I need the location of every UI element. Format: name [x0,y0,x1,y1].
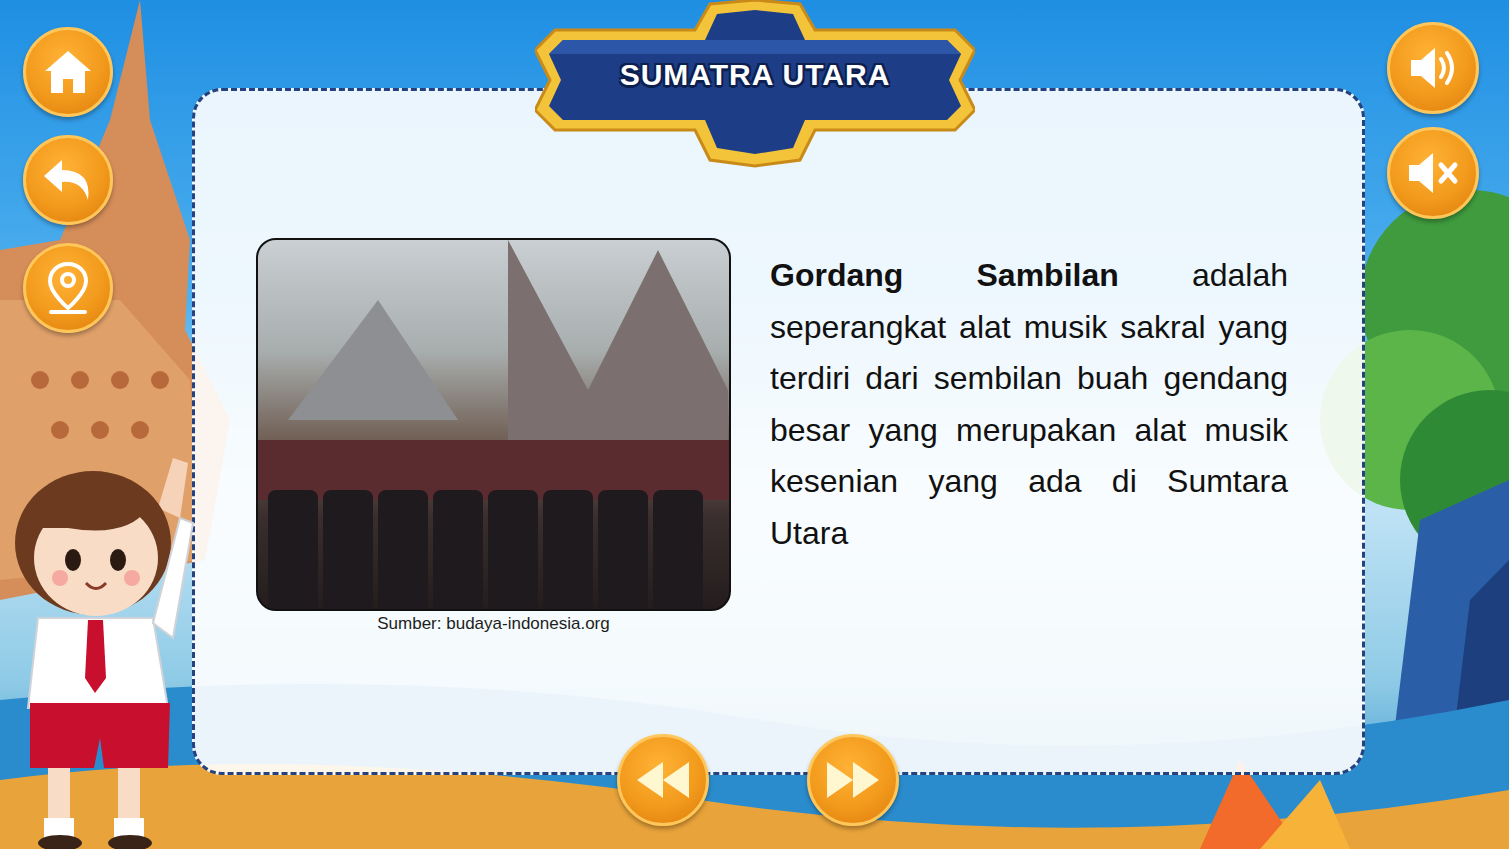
home-icon [43,49,93,95]
student-character [8,448,198,849]
location-pin-icon [45,260,91,316]
gordang-photo [256,238,731,611]
sound-on-button[interactable] [1387,22,1479,114]
mute-button[interactable] [1387,127,1479,219]
page-title: SUMATRA UTARA [535,58,975,92]
map-button[interactable] [23,243,113,333]
speaker-icon [1407,45,1459,91]
description-text: adalah seperangkat alat musik sakral yan… [770,257,1288,551]
home-button[interactable] [23,27,113,117]
description: Gordang Sambilan adalah seperangkat alat… [770,250,1288,559]
fast-forward-icon [825,760,881,800]
content-panel: Sumber: budaya-indonesia.org Gordang Sam… [192,88,1365,775]
back-button[interactable] [23,135,113,225]
term: Gordang Sambilan [770,257,1119,293]
speaker-mute-icon [1405,150,1461,196]
title-banner: SUMATRA UTARA [535,0,975,168]
next-button[interactable] [807,734,899,826]
photo-caption: Sumber: budaya-indonesia.org [377,614,609,634]
rewind-icon [635,760,691,800]
back-arrow-icon [42,158,94,202]
previous-button[interactable] [617,734,709,826]
